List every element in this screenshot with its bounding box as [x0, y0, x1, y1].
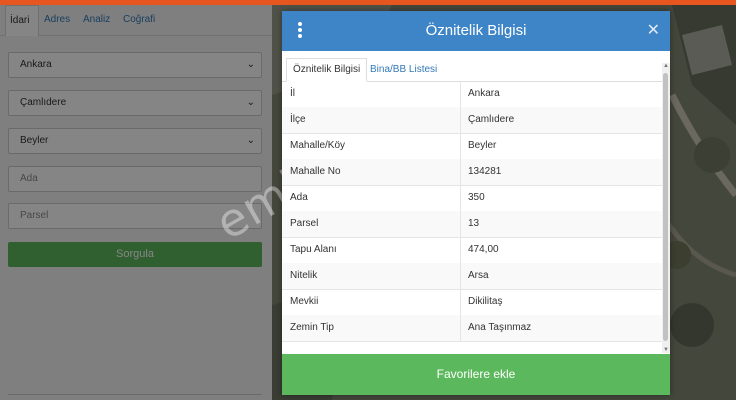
divider	[460, 159, 461, 185]
row-key: Mahalle No	[290, 166, 341, 177]
table-row: Parsel 13	[282, 211, 662, 238]
row-key: Ada	[290, 192, 308, 203]
table-scrollbar[interactable]: ▲ ▼	[662, 63, 670, 353]
row-key: Zemin Tip	[290, 322, 334, 333]
attribute-table: İl Ankara İlçe Çamlıdere Mahalle/Köy Bey…	[282, 81, 662, 354]
table-row: İlçe Çamlıdere	[282, 107, 662, 134]
divider	[460, 263, 461, 289]
table-row: Mahalle/Köy Beyler	[282, 133, 662, 160]
row-key: Nitelik	[290, 270, 318, 281]
row-value: Ankara	[468, 88, 500, 99]
table-row: Nitelik Arsa	[282, 263, 662, 290]
tab-oznitelik-bilgisi[interactable]: Öznitelik Bilgisi	[286, 58, 368, 82]
row-value: 474,00	[468, 244, 499, 255]
row-value: Dikilitaş	[468, 296, 503, 307]
divider	[460, 289, 461, 315]
table-row: Mahalle No 134281	[282, 159, 662, 186]
divider	[460, 237, 461, 263]
row-value: 350	[468, 192, 485, 203]
row-key: Parsel	[290, 218, 319, 229]
table-row: Ada 350	[282, 185, 662, 212]
table-row: Zemin Tip Ana Taşınmaz	[282, 315, 662, 342]
row-key: Mahalle/Köy	[290, 140, 346, 151]
row-key: Tapu Alanı	[290, 244, 337, 255]
modal-header: Öznitelik Bilgisi ✕	[282, 11, 670, 51]
divider	[460, 133, 461, 159]
kebab-menu-icon[interactable]	[296, 21, 304, 41]
table-row: Tapu Alanı 474,00	[282, 237, 662, 264]
divider	[460, 315, 461, 341]
row-value: Arsa	[468, 270, 489, 281]
row-value: Ana Taşınmaz	[468, 322, 532, 333]
row-key: İlçe	[290, 114, 306, 125]
row-value: 134281	[468, 166, 502, 177]
add-to-favorites-button[interactable]: Favorilere ekle	[282, 354, 670, 395]
modal-tabs: Öznitelik Bilgisi Bina/BB Listesi	[282, 51, 670, 82]
divider	[460, 81, 461, 107]
divider	[460, 211, 461, 237]
row-value: Çamlıdere	[468, 114, 515, 125]
divider	[460, 185, 461, 211]
row-key: İl	[290, 88, 295, 99]
scroll-up-icon[interactable]: ▲	[662, 63, 670, 69]
table-row: Mevkii Dikilitaş	[282, 289, 662, 316]
row-value: 13	[468, 218, 480, 229]
scroll-down-icon[interactable]: ▼	[662, 347, 670, 353]
divider	[460, 107, 461, 133]
tab-bina-bb-listesi[interactable]: Bina/BB Listesi	[364, 59, 443, 81]
scrollbar-thumb[interactable]	[663, 73, 668, 341]
row-value: Beyler	[468, 140, 497, 151]
attribute-modal: Öznitelik Bilgisi ✕ Öznitelik Bilgisi Bi…	[282, 11, 670, 395]
table-row: İl Ankara	[282, 81, 662, 108]
close-icon[interactable]: ✕	[647, 20, 660, 40]
row-key: Mevkii	[290, 296, 319, 307]
modal-title: Öznitelik Bilgisi	[425, 22, 527, 39]
